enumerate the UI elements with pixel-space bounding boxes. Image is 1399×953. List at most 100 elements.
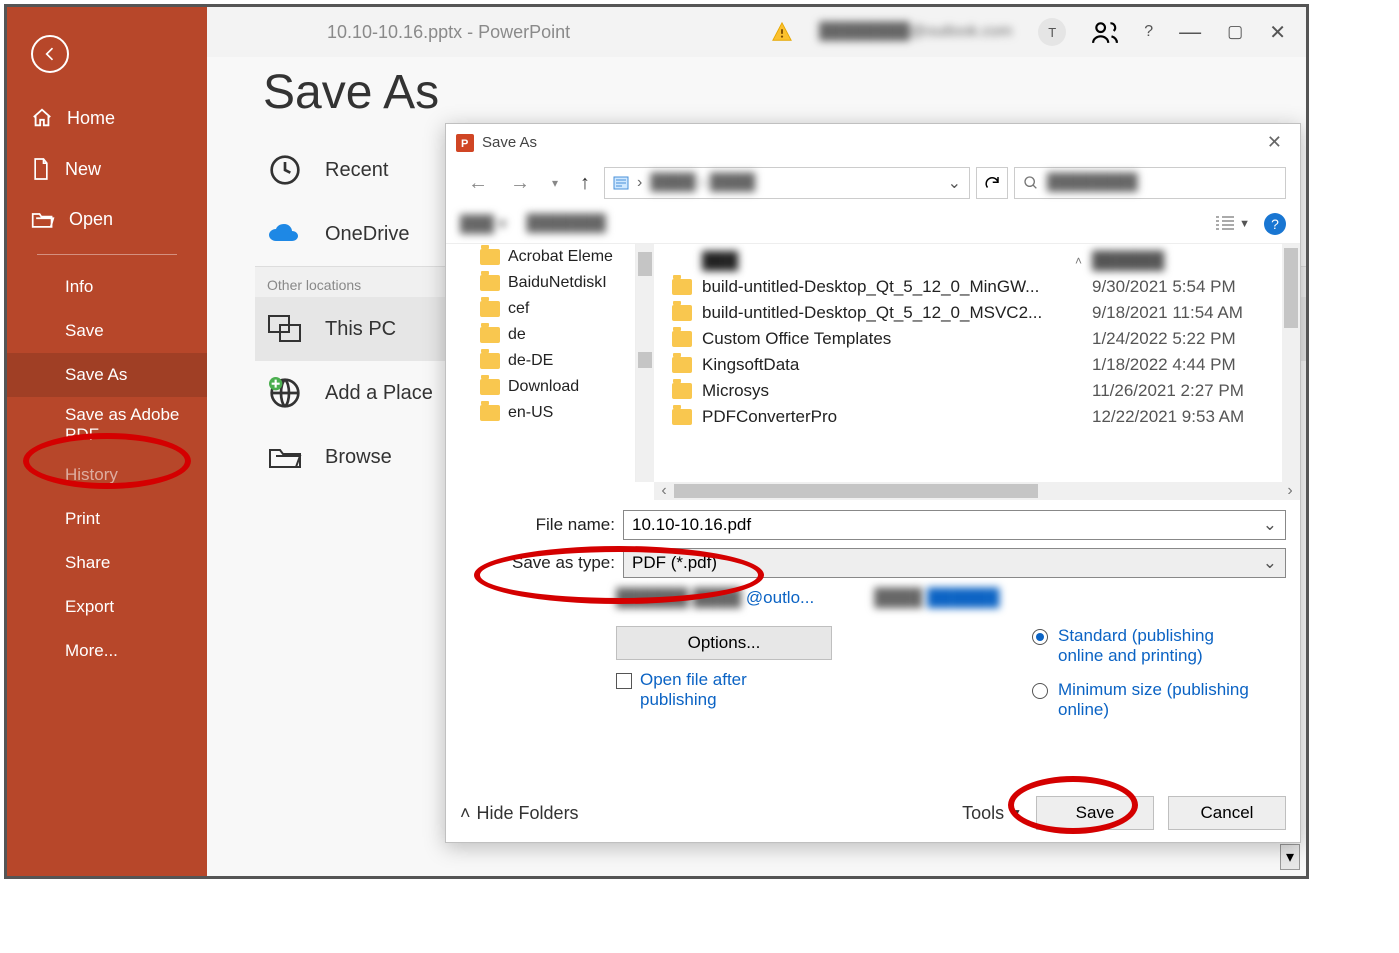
save-button[interactable]: Save <box>1036 796 1154 830</box>
author-link[interactable]: @outlo... <box>746 588 814 607</box>
svg-text:P: P <box>461 138 468 150</box>
maximize-button[interactable]: ▢ <box>1227 22 1243 42</box>
file-name-input[interactable]: 10.10-10.16.pdf ⌄ <box>623 510 1286 540</box>
dialog-title-text: Save As <box>482 134 537 151</box>
tree-item[interactable]: en-US <box>480 400 635 426</box>
document-title: 10.10-10.16.pptx - PowerPoint <box>327 22 570 43</box>
view-mode-button[interactable]: ▼ <box>1215 215 1250 233</box>
home-icon <box>31 107 53 129</box>
tree-item[interactable]: Download <box>480 374 635 400</box>
address-bar[interactable]: › ████ › ████ ⌄ <box>604 167 970 199</box>
file-row[interactable]: KingsoftData1/18/2022 4:44 PM <box>654 352 1282 378</box>
nav-home[interactable]: Home <box>7 93 207 143</box>
save-type-dropdown[interactable]: PDF (*.pdf) ⌄ <box>623 548 1286 578</box>
search-input[interactable]: ████████ <box>1014 167 1286 199</box>
chevron-down-icon[interactable]: ⌄ <box>948 173 961 193</box>
cancel-button[interactable]: Cancel <box>1168 796 1286 830</box>
optimize-minimum-radio[interactable]: Minimum size (publishing online) <box>1032 680 1258 720</box>
nav-new-label: New <box>65 159 101 180</box>
nav-forward-button[interactable]: → <box>502 170 538 197</box>
nav-open-label: Open <box>69 209 113 230</box>
file-row[interactable]: build-untitled-Desktop_Qt_5_12_0_MSVC2..… <box>654 300 1282 326</box>
file-row[interactable]: Microsys11/26/2021 2:27 PM <box>654 378 1282 404</box>
help-button[interactable]: ? <box>1144 23 1153 41</box>
tree-item[interactable]: cef <box>480 296 635 322</box>
nav-open[interactable]: Open <box>7 195 207 244</box>
file-row[interactable]: build-untitled-Desktop_Qt_5_12_0_MinGW..… <box>654 274 1282 300</box>
powerpoint-icon: P <box>456 134 474 152</box>
open-after-publish-checkbox[interactable]: Open file after publishing <box>616 670 790 710</box>
file-hscrollbar[interactable]: ‹› <box>654 482 1300 500</box>
title-bar: 10.10-10.16.pptx - PowerPoint ████████@o… <box>207 7 1306 57</box>
page-icon <box>31 157 51 181</box>
clock-icon <box>269 154 301 186</box>
nav-save[interactable]: Save <box>7 309 207 353</box>
tree-item[interactable]: de <box>480 322 635 348</box>
file-header-row[interactable]: ███ ˄ ██████ <box>654 248 1282 274</box>
folder-icon <box>480 379 500 395</box>
file-row[interactable]: PDFConverterPro12/22/2021 9:53 AM <box>654 404 1282 430</box>
minimize-button[interactable]: — <box>1179 19 1201 45</box>
folder-open-icon <box>31 210 55 230</box>
folder-icon <box>672 279 692 295</box>
nav-save-adobe-pdf[interactable]: Save as Adobe PDF <box>7 397 207 453</box>
people-icon[interactable] <box>1092 19 1118 45</box>
vertical-scrollbar-button[interactable]: ▾ <box>1280 844 1300 870</box>
browse-icon <box>268 444 302 470</box>
chevron-down-icon[interactable]: ⌄ <box>1263 515 1277 535</box>
new-folder-button[interactable]: ███████ <box>526 215 605 233</box>
nav-info[interactable]: Info <box>7 265 207 309</box>
folder-icon <box>672 357 692 373</box>
onedrive-icon <box>268 223 302 245</box>
chevron-down-icon[interactable]: ⌄ <box>1263 553 1277 573</box>
folder-icon <box>480 327 500 343</box>
file-row[interactable]: Custom Office Templates1/24/2022 5:22 PM <box>654 326 1282 352</box>
nav-back-button[interactable]: ← <box>460 170 496 197</box>
refresh-button[interactable] <box>976 167 1008 199</box>
nav-history-dropdown[interactable]: ▾ <box>544 174 566 192</box>
close-button[interactable]: ✕ <box>1269 20 1286 45</box>
dialog-help-button[interactable]: ? <box>1264 213 1286 235</box>
checkbox-icon <box>616 673 632 689</box>
back-button[interactable] <box>31 35 69 73</box>
chevron-up-icon: ˄ <box>460 803 471 824</box>
options-button[interactable]: Options... <box>616 626 832 660</box>
dialog-close-button[interactable]: ✕ <box>1259 130 1290 155</box>
account-email[interactable]: ████████@outlook.com <box>819 23 1012 41</box>
nav-home-label: Home <box>67 108 115 129</box>
folder-icon <box>672 331 692 347</box>
file-list[interactable]: ███ ˄ ██████ build-untitled-Desktop_Qt_5… <box>654 244 1282 482</box>
page-title: Save As <box>263 65 1306 120</box>
file-name-label: File name: <box>460 515 615 535</box>
nav-share[interactable]: Share <box>7 541 207 585</box>
refresh-icon <box>983 174 1001 192</box>
search-icon <box>1023 175 1039 191</box>
folder-icon <box>672 305 692 321</box>
nav-save-as[interactable]: Save As <box>7 353 207 397</box>
tree-item[interactable]: Acrobat Eleme <box>480 244 635 270</box>
folder-tree[interactable]: Acrobat ElemeBaiduNetdiskIcefdede-DEDown… <box>446 244 636 482</box>
tree-scrollbar[interactable] <box>636 244 654 482</box>
hide-folders-toggle[interactable]: ˄ Hide Folders <box>460 803 579 824</box>
nav-print[interactable]: Print <box>7 497 207 541</box>
nav-export[interactable]: Export <box>7 585 207 629</box>
nav-more[interactable]: More... <box>7 629 207 673</box>
radio-selected-icon <box>1032 629 1048 645</box>
folder-icon <box>480 405 500 421</box>
file-scrollbar[interactable] <box>1282 244 1300 482</box>
chevron-down-icon: ▼ <box>1010 806 1022 820</box>
folder-icon <box>480 301 500 317</box>
tools-menu[interactable]: Tools ▼ <box>962 803 1022 824</box>
tree-item[interactable]: de-DE <box>480 348 635 374</box>
nav-new[interactable]: New <box>7 143 207 195</box>
warning-icon <box>771 21 793 43</box>
nav-history[interactable]: History <box>7 453 207 497</box>
optimize-standard-radio[interactable]: Standard (publishing online and printing… <box>1032 626 1258 666</box>
backstage-sidebar: Home New Open Info Save Save As Save as … <box>7 7 207 876</box>
nav-up-button[interactable]: ↑ <box>572 170 598 197</box>
tree-item[interactable]: BaiduNetdiskI <box>480 270 635 296</box>
organize-menu[interactable]: ███ ▾ <box>460 214 506 234</box>
folder-icon <box>480 249 500 265</box>
save-type-label: Save as type: <box>460 553 615 573</box>
avatar[interactable]: T <box>1038 18 1066 46</box>
